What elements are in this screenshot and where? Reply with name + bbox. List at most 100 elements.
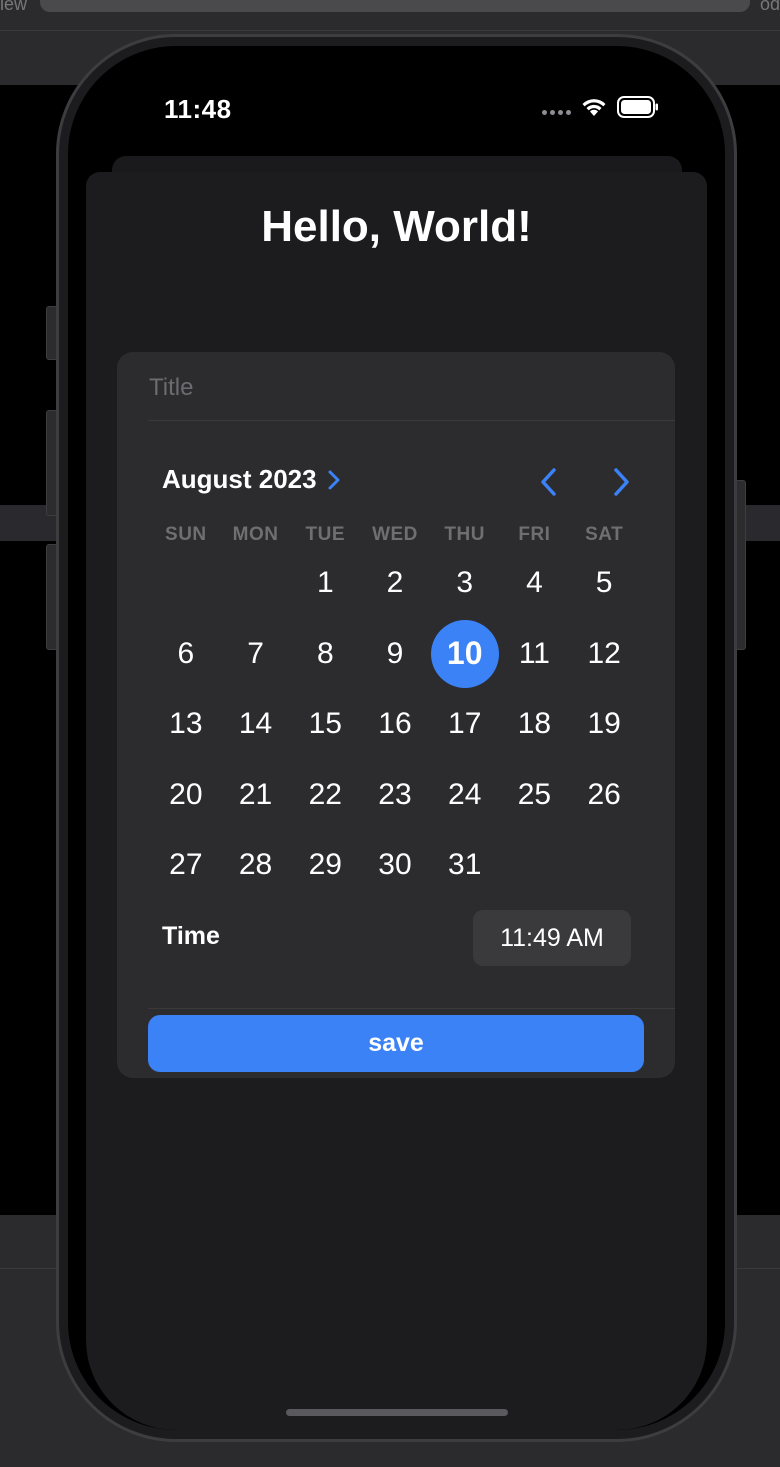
weekday-label: THU [444,524,485,545]
background-tab-bar [40,0,750,12]
time-label: Time [162,922,220,950]
background-label-right: od [759,0,780,14]
day-number: 20 [169,777,203,811]
chevron-left-icon [541,468,556,496]
day-number: 9 [386,636,404,670]
day-cell[interactable]: 17 [430,689,500,760]
save-separator [148,1008,675,1009]
weekday-label: WED [372,524,418,545]
day-number: 27 [169,848,203,882]
weekday-label: SUN [165,524,207,545]
day-cell[interactable]: 9 [360,619,430,690]
month-label: August 2023 [162,464,317,494]
weekday-label: SAT [585,524,624,545]
day-cell[interactable]: 15 [290,689,360,760]
day-cell[interactable]: 7 [221,619,291,690]
title-input[interactable] [149,366,649,410]
day-number: 7 [247,636,264,670]
day-cell-selected[interactable]: 10 [430,619,500,690]
day-number: 13 [169,707,203,741]
day-number: 1 [316,566,334,600]
day-cell[interactable]: 13 [151,689,221,760]
day-number: 26 [587,777,621,811]
weekday-label: TUE [305,524,346,545]
status-time: 11:48 [164,94,232,124]
day-cell[interactable]: 30 [360,830,430,901]
home-indicator[interactable] [286,1409,508,1416]
weekday-label: FRI [518,524,551,545]
day-cell[interactable]: 8 [290,619,360,690]
phone-screen: 11:48 Hello, World! August 2023 [68,46,725,1430]
day-cell[interactable]: 6 [151,619,221,690]
day-number: 15 [308,707,342,741]
day-cell[interactable]: 18 [500,689,570,760]
wifi-icon [582,99,606,116]
day-cell[interactable]: 22 [290,760,360,831]
day-number: 30 [378,848,412,882]
day-number: 4 [526,566,543,600]
day-cell[interactable]: 1 [290,548,360,619]
chevron-right-icon [614,468,629,496]
day-cell[interactable]: 29 [290,830,360,901]
day-number: 2 [386,566,404,600]
calendar-grid: 1 2 3 4 5 6 7 8 9 10 11 12 13 14 15 16 17 18 19 20 21 22 23 24 2… [151,548,639,901]
day-number: 14 [238,707,273,741]
form-card: August 2023 SUNMONTUEWEDTHUFRISAT 123456… [117,352,675,1078]
day-cell[interactable]: 26 [569,760,639,831]
day-cell[interactable]: 25 [500,760,570,831]
day-cell[interactable]: 3 [430,548,500,619]
time-picker-button[interactable]: 11:49 AM [473,910,631,966]
day-cell[interactable]: 14 [221,689,291,760]
day-number: 17 [448,707,482,741]
day-number: 16 [378,707,412,741]
empty-day-cell [500,830,570,901]
day-number: 18 [517,707,552,741]
month-year-picker-button[interactable]: August 2023 [162,464,341,495]
day-number: 10 [430,619,499,688]
day-number: 29 [308,848,342,882]
save-button[interactable]: save [148,1015,644,1072]
day-number: 25 [517,777,552,811]
weekday-header: SUN MON TUE WED THU FRI SAT [151,524,639,546]
next-month-button[interactable] [603,462,639,502]
day-number: 5 [595,566,613,600]
day-cell[interactable]: 28 [221,830,291,901]
day-number: 31 [448,848,482,882]
day-number: 24 [448,777,482,811]
day-cell[interactable]: 20 [151,760,221,831]
day-cell[interactable]: 2 [360,548,430,619]
modal-sheet: Hello, World! August 2023 SUNMONTU [86,172,707,1430]
page-title: Hello, World! [261,202,532,251]
day-cell[interactable]: 11 [500,619,570,690]
day-cell[interactable]: 27 [151,830,221,901]
chevron-right-icon [328,470,340,489]
empty-day-cell [151,548,221,619]
day-number: 8 [316,636,334,670]
day-number: 3 [456,566,474,600]
day-cell[interactable]: 12 [569,619,639,690]
day-cell[interactable]: 16 [360,689,430,760]
weekday-label: MON [232,524,279,545]
cellular-signal-icon [542,109,571,115]
battery-icon [617,96,658,118]
day-number: 22 [308,777,342,811]
day-number: 28 [238,848,273,882]
day-number: 21 [238,777,273,811]
day-number: 12 [587,636,621,670]
title-separator [148,420,675,421]
previous-month-button[interactable] [531,462,567,502]
empty-day-cell [569,830,639,901]
background-label-left: iew [0,0,28,14]
day-cell[interactable]: 24 [430,760,500,831]
day-number: 11 [518,636,550,670]
background-divider [0,30,780,31]
day-cell[interactable]: 5 [569,548,639,619]
day-cell[interactable]: 4 [500,548,570,619]
day-number: 19 [587,707,621,741]
day-cell[interactable]: 23 [360,760,430,831]
day-number: 23 [378,777,412,811]
day-cell[interactable]: 21 [221,760,291,831]
day-cell[interactable]: 19 [569,689,639,760]
day-cell[interactable]: 31 [430,830,500,901]
empty-day-cell [221,548,291,619]
